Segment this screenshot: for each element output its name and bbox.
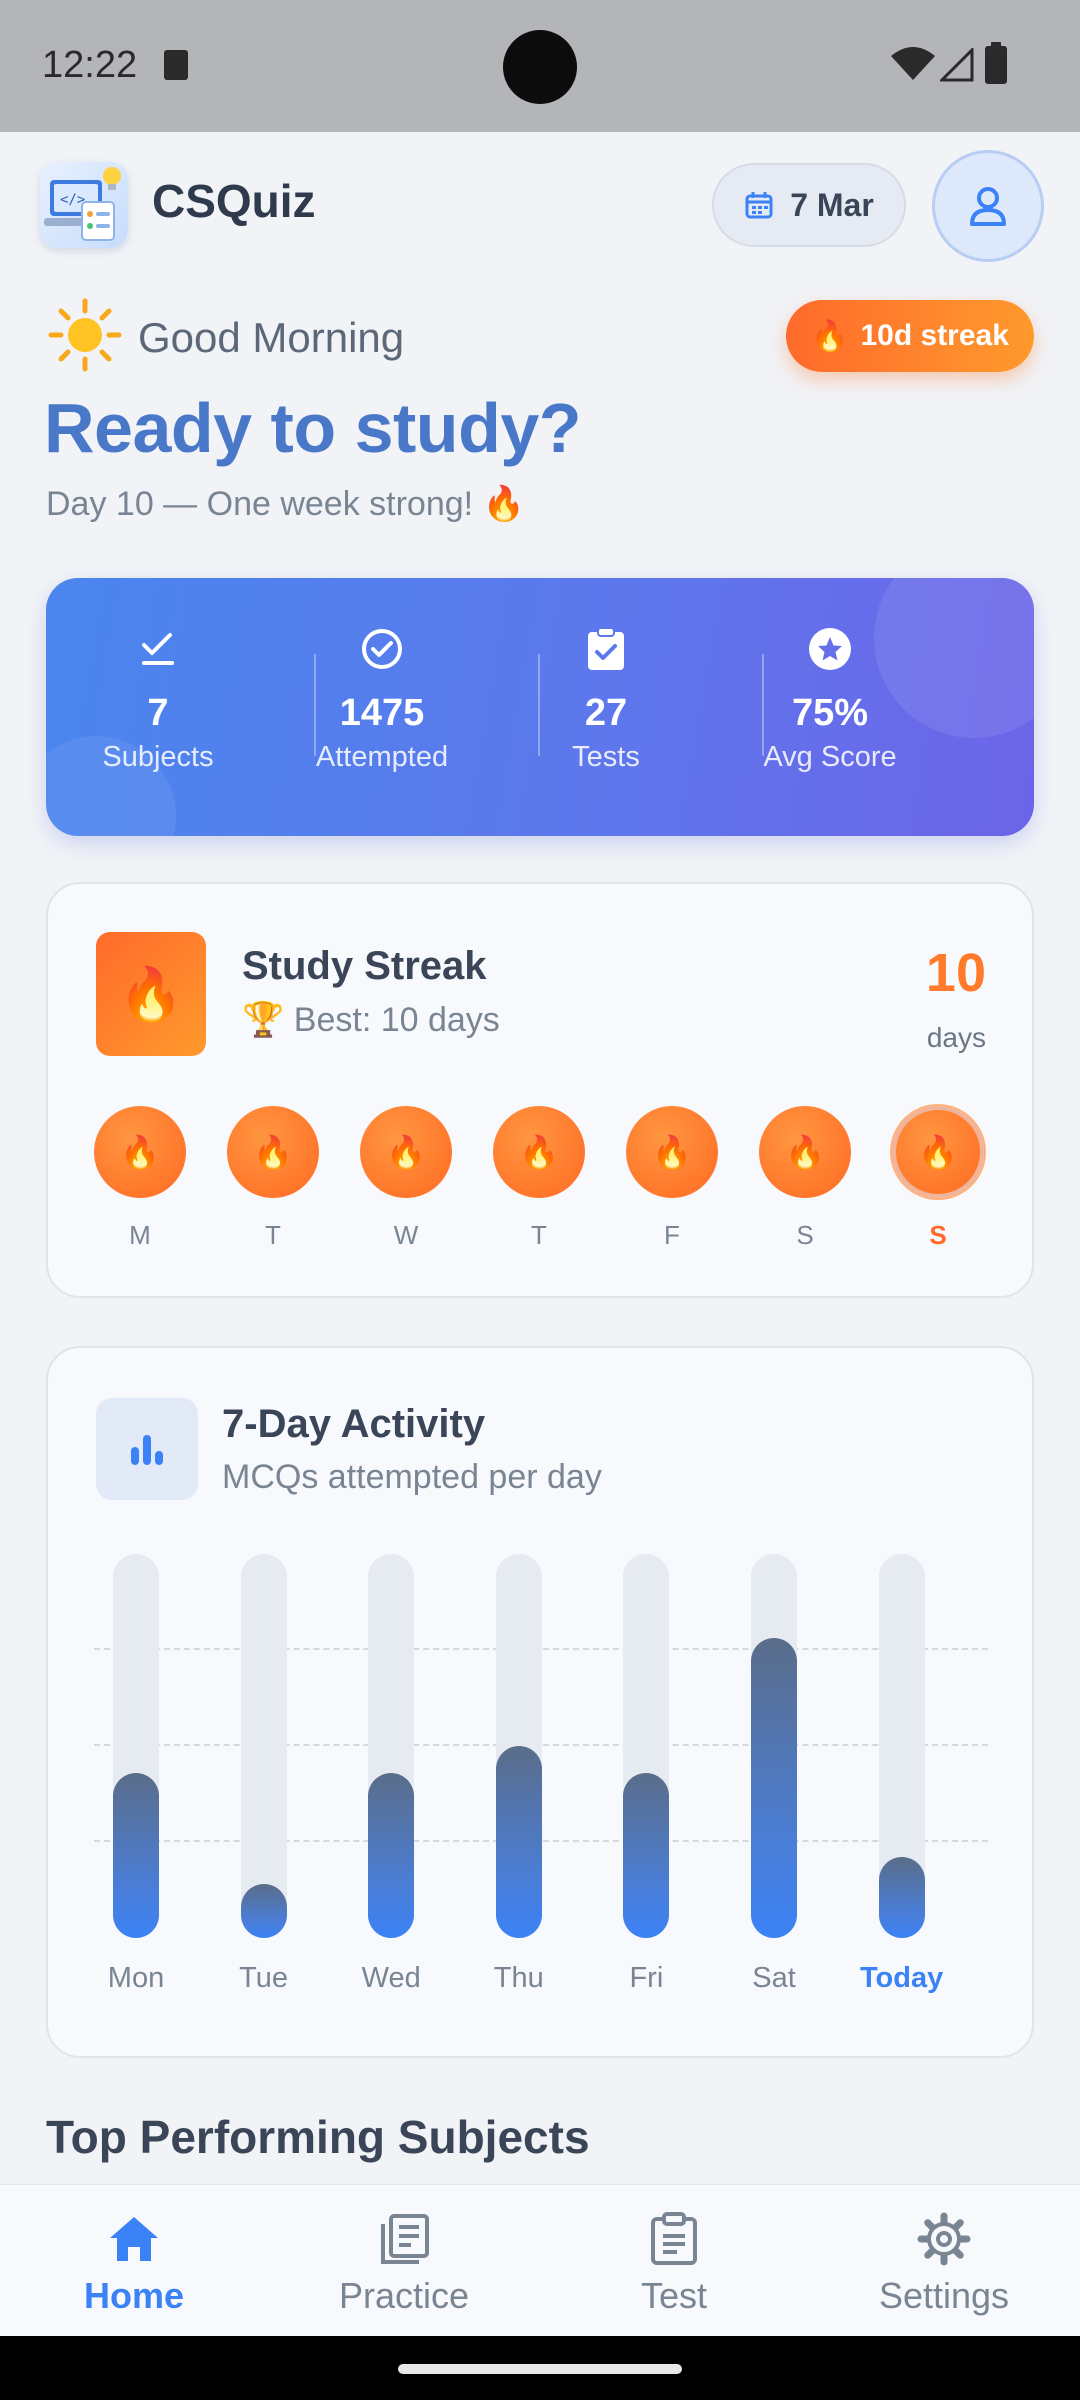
- bar-track: [623, 1554, 670, 1938]
- streak-day-label-today: S: [929, 1220, 947, 1250]
- stats-card: 7 Subjects 1475 Attempted 27 Tests 75% A…: [46, 578, 1034, 836]
- subline: Day 10 — One week strong! 🔥: [46, 485, 525, 523]
- bar-chart-icon: [96, 1398, 198, 1500]
- bar-today[interactable]: [878, 1857, 925, 1938]
- wifi-icon: [891, 47, 935, 80]
- streak-title: Study Streak: [242, 944, 487, 988]
- greeting-text: Good Morning: [138, 314, 405, 361]
- app-logo: </>: [40, 162, 128, 248]
- streak-day-label: W: [393, 1220, 419, 1250]
- calendar-icon: [745, 192, 773, 219]
- bar-label: Tue: [239, 1962, 289, 1994]
- stat-tests[interactable]: 27 Tests: [494, 622, 718, 774]
- streak-fire-icon: 🔥: [96, 932, 206, 1056]
- stat-value: 27: [584, 692, 628, 734]
- streak-day-label: T: [265, 1220, 281, 1250]
- bar-label: Mon: [107, 1962, 165, 1994]
- date-chip[interactable]: 7 Mar: [712, 163, 906, 247]
- bar-wed[interactable]: [368, 1773, 415, 1938]
- streak-day-dot: 🔥: [759, 1106, 851, 1198]
- study-streak-card[interactable]: 🔥 Study Streak 🏆 Best: 10 days 10 days 🔥…: [46, 882, 1034, 1298]
- stat-label: Attempted: [315, 741, 449, 773]
- streak-count: 10: [925, 943, 986, 1003]
- nav-home[interactable]: Home: [34, 2209, 234, 2317]
- bar-label: Sat: [752, 1962, 796, 1994]
- clipboard-check-icon: [588, 627, 624, 670]
- bar-track: [495, 1554, 542, 1938]
- activity-card: 7-Day Activity MCQs attempted per day Mo…: [46, 1346, 1034, 2058]
- bar-fri[interactable]: [623, 1773, 670, 1938]
- sun-icon: [48, 298, 122, 372]
- bar-mon[interactable]: [113, 1773, 159, 1938]
- status-bar: 12:22: [0, 0, 1080, 132]
- bar-track: [878, 1554, 925, 1938]
- bar-track: [751, 1554, 797, 1938]
- streak-day-dot: 🔥: [94, 1106, 186, 1198]
- star-circle-icon: [809, 628, 851, 670]
- bar-track: [368, 1554, 415, 1938]
- status-time: 12:22: [42, 44, 138, 86]
- app-name: CSQuiz: [152, 175, 316, 227]
- bar-label: Today: [859, 1962, 944, 1994]
- activity-subtitle: MCQs attempted per day: [222, 1458, 602, 1496]
- activity-title: 7-Day Activity: [222, 1402, 486, 1446]
- nav-label: Test: [640, 2275, 708, 2316]
- nav-practice[interactable]: Practice: [304, 2209, 504, 2317]
- stat-value: 7: [147, 692, 169, 734]
- practice-icon: [381, 2214, 429, 2264]
- battery-icon: [985, 42, 1007, 84]
- home-icon: [110, 2217, 158, 2261]
- streak-day-dot: 🔥: [493, 1106, 585, 1198]
- profile-button[interactable]: [932, 150, 1044, 262]
- stat-value: 75%: [791, 692, 869, 734]
- front-camera: [503, 30, 577, 104]
- streak-day-label: M: [129, 1220, 151, 1250]
- gesture-handle[interactable]: [398, 2364, 682, 2374]
- headline: Ready to study?: [44, 389, 582, 467]
- streak-day-dot: 🔥: [227, 1106, 319, 1198]
- nav-label: Settings: [878, 2275, 1010, 2316]
- stat-label: Tests: [572, 741, 640, 773]
- sim-card-icon: [164, 50, 188, 80]
- stat-label: Subjects: [102, 741, 214, 773]
- bar-thu[interactable]: [495, 1746, 542, 1938]
- test-clipboard-icon: [651, 2212, 697, 2265]
- stat-attempted[interactable]: 1475 Attempted: [270, 622, 494, 774]
- streak-badge-label: 10d streak: [860, 319, 1009, 352]
- bottom-nav: Home Practice Test Settings: [0, 2184, 1080, 2336]
- bar-label: Thu: [493, 1962, 544, 1994]
- nav-settings[interactable]: Settings: [844, 2209, 1044, 2317]
- streak-day-label: S: [796, 1220, 814, 1250]
- top-subjects-title: Top Performing Subjects: [46, 2111, 590, 2163]
- streak-best: 🏆 Best: 10 days: [242, 1001, 500, 1039]
- bar-tue[interactable]: [240, 1884, 287, 1938]
- fire-icon: 🔥: [811, 319, 849, 353]
- bar-track: [240, 1554, 287, 1938]
- nav-test[interactable]: Test: [574, 2209, 774, 2317]
- bar-sat[interactable]: [751, 1638, 797, 1938]
- streak-unit: days: [926, 1022, 986, 1053]
- streak-day-dot-today: 🔥: [892, 1106, 984, 1198]
- stat-subjects[interactable]: 7 Subjects: [46, 622, 270, 774]
- bar-track: [113, 1554, 159, 1938]
- streak-day-dot: 🔥: [626, 1106, 718, 1198]
- streak-day-label: F: [664, 1220, 680, 1250]
- user-icon: [970, 187, 1006, 226]
- check-circle-icon: [362, 629, 402, 669]
- nav-label: Home: [83, 2275, 185, 2316]
- streak-badge[interactable]: 🔥 10d streak: [786, 300, 1034, 372]
- streak-day-label: T: [531, 1220, 547, 1250]
- stat-avg-score[interactable]: 75% Avg Score: [718, 622, 942, 774]
- streak-day-dot: 🔥: [360, 1106, 452, 1198]
- bar-label: Fri: [629, 1962, 664, 1994]
- stat-value: 1475: [339, 692, 425, 734]
- stat-label: Avg Score: [763, 741, 897, 773]
- cellular-signal-icon: [940, 48, 974, 82]
- bar-label: Wed: [361, 1962, 421, 1994]
- checklist-icon: [142, 633, 174, 665]
- date-label: 7 Mar: [790, 186, 874, 223]
- nav-label: Practice: [338, 2275, 470, 2316]
- gear-icon: [917, 2212, 971, 2266]
